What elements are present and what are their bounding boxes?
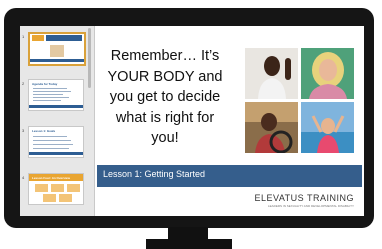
thumb-title: Lesson 1: Goals: [32, 129, 56, 133]
thumb-text-line: [33, 144, 73, 145]
thumb-box: [35, 184, 48, 192]
slide-thumbnail-panel[interactable]: 1 2 Agenda for Today 3 Lesson 1: Goals 4…: [20, 26, 95, 216]
slide-thumbnail-3[interactable]: Lesson 1: Goals: [28, 126, 84, 158]
thumb-text-line: [33, 91, 71, 92]
brand-logo: ELEVATUS TRAINING LEADERS IN SEXUALITY A…: [254, 193, 354, 208]
presentation-window: 1 2 Agenda for Today 3 Lesson 1: Goals 4…: [20, 26, 364, 216]
thumb-box: [51, 184, 64, 192]
photo-woman-smiling: [301, 48, 354, 99]
thumb-text-line: [33, 97, 69, 98]
thumb-footer-bar: [30, 59, 84, 62]
thumb-banner: [46, 35, 82, 41]
thumb-text-line: [33, 88, 67, 89]
slide-thumbnail-1[interactable]: [28, 32, 86, 66]
thumb-box: [43, 194, 56, 202]
thumbnail-scrollbar[interactable]: [88, 28, 91, 88]
thumb-image: [50, 45, 64, 57]
photo-grid: [245, 48, 355, 153]
photo-girl-beach: [301, 102, 354, 153]
thumb-logo: [32, 35, 44, 41]
slide-canvas[interactable]: Remember… It’s YOUR BODY and you get to …: [97, 28, 362, 214]
thumb-box: [59, 194, 72, 202]
thumb-text-line: [33, 140, 71, 141]
brand-tagline: LEADERS IN SEXUALITY AND DEVELOPMENTAL D…: [268, 204, 354, 208]
thumb-text-line: [33, 100, 61, 101]
photo-man-waving: [245, 48, 298, 99]
thumb-footer-bar: [29, 105, 83, 108]
thumb-text-line: [33, 148, 69, 149]
thumb-title: Agenda for Today: [32, 82, 58, 86]
photo-girl-wheelchair: [245, 102, 298, 153]
monitor-stand-base: [146, 239, 232, 249]
thumb-title: Lesson Four: An Overview: [32, 176, 70, 180]
brand-name: ELEVATUS TRAINING: [254, 193, 354, 203]
slide-thumbnail-2[interactable]: Agenda for Today: [28, 79, 84, 111]
lesson-title: Lesson 1: Getting Started: [103, 169, 206, 179]
slide-number: 4: [22, 175, 25, 180]
thumb-footer-bar: [29, 152, 83, 155]
monitor-frame: 1 2 Agenda for Today 3 Lesson 1: Goals 4…: [4, 8, 374, 228]
slide-number: 2: [22, 81, 25, 86]
slide-thumbnail-4[interactable]: Lesson Four: An Overview: [28, 173, 84, 205]
thumb-text-line: [33, 94, 63, 95]
slide-number: 1: [22, 34, 25, 39]
thumb-text-line: [33, 136, 67, 137]
thumb-box: [67, 184, 80, 192]
lesson-banner: Lesson 1: Getting Started: [97, 165, 362, 187]
slide-quote: Remember… It’s YOUR BODY and you get to …: [107, 48, 223, 146]
slide-number: 3: [22, 128, 25, 133]
